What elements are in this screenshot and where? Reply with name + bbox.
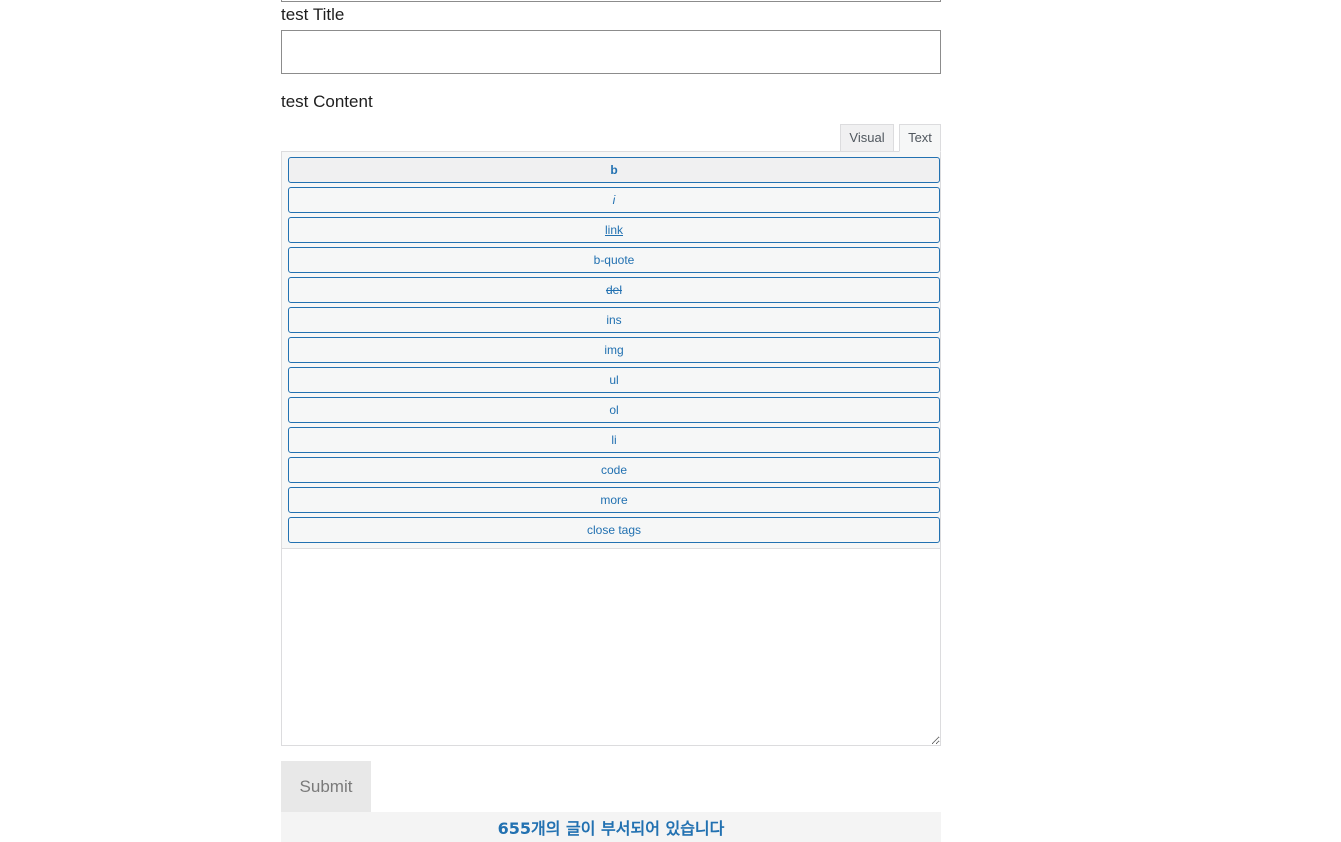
- quicktag-ul-button[interactable]: ul: [288, 367, 940, 393]
- quicktag-img-button[interactable]: img: [288, 337, 940, 363]
- quicktags-toolbar: b i link b-quote del ins img ul ol li co…: [281, 151, 941, 549]
- quicktag-close-tags-button[interactable]: close tags: [288, 517, 940, 543]
- content-textarea[interactable]: [281, 548, 941, 746]
- previous-field-edge: [281, 0, 941, 2]
- submit-button[interactable]: Submit: [281, 761, 371, 812]
- notice-text: 655개의 글이 부서되어 있습니다: [497, 819, 725, 838]
- tab-text[interactable]: Text: [899, 124, 941, 152]
- quicktag-blockquote-button[interactable]: b-quote: [288, 247, 940, 273]
- quicktag-ol-button[interactable]: ol: [288, 397, 940, 423]
- quicktag-li-button[interactable]: li: [288, 427, 940, 453]
- title-input[interactable]: [281, 30, 941, 74]
- title-label: test Title: [281, 5, 345, 24]
- notice-bar: 655개의 글이 부서되어 있습니다: [281, 812, 941, 842]
- quicktag-italic-button[interactable]: i: [288, 187, 940, 213]
- quicktag-link-button[interactable]: link: [288, 217, 940, 243]
- quicktag-bold-button[interactable]: b: [288, 157, 940, 183]
- quicktag-code-button[interactable]: code: [288, 457, 940, 483]
- quicktag-more-button[interactable]: more: [288, 487, 940, 513]
- tab-visual[interactable]: Visual: [840, 124, 894, 152]
- quicktag-del-button[interactable]: del: [288, 277, 940, 303]
- quicktag-ins-button[interactable]: ins: [288, 307, 940, 333]
- content-label: test Content: [281, 92, 373, 111]
